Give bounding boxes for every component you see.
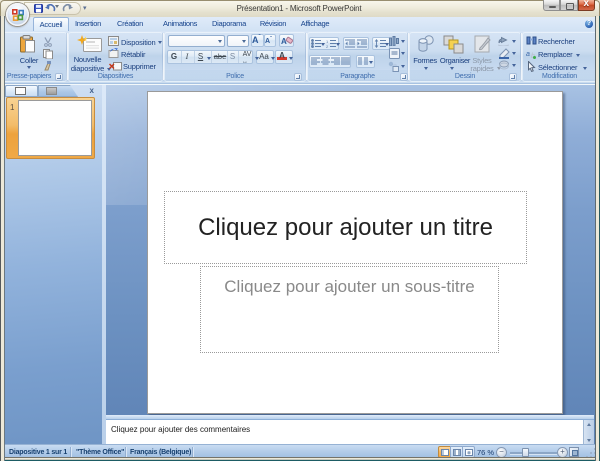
svg-text:a: a <box>526 51 530 58</box>
svg-text:2: 2 <box>326 44 329 48</box>
